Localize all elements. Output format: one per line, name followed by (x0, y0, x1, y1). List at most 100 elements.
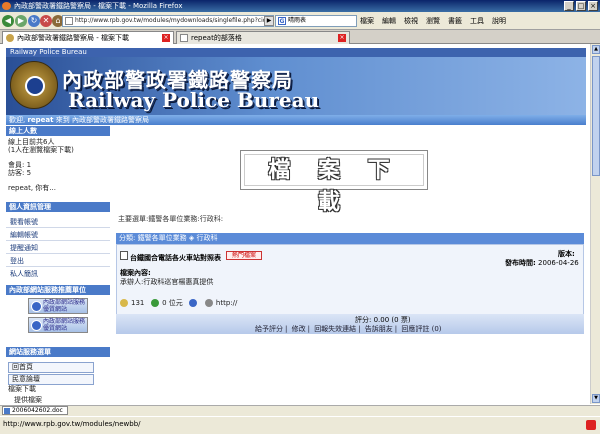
rating-value: 0.00 (0 票) (373, 316, 411, 324)
reload-icon[interactable]: ↻ (28, 15, 40, 27)
modify-link[interactable]: 修改 (292, 325, 306, 333)
download-filename: 2006042602.doc (12, 407, 63, 414)
homepage-icon (204, 299, 213, 307)
welcome-suffix: 來到 內政部警政署鐵路警察局 (55, 116, 149, 124)
site-favicon (6, 34, 14, 42)
download-heading: 檔 案 下 載 (244, 154, 424, 215)
tab-strip: 內政部警政署鐵路警察局 - 檔案下載 × repeat的部落格 × (0, 30, 600, 44)
file-stats: 131 0 位元 http:// (120, 298, 237, 308)
arrow-icon: ◈ (188, 234, 195, 242)
close-tab-icon[interactable]: × (162, 34, 170, 42)
quality-site-link-1[interactable]: 內政部網站服務 優質網站 (28, 298, 88, 314)
google-icon: G (278, 17, 286, 25)
pubdate-label: 發布時間: (505, 259, 536, 267)
url-input[interactable]: http://www.rpb.gov.tw/modules/mydownload… (62, 15, 274, 27)
download-count-icon (120, 299, 128, 307)
download-heading-image: 檔 案 下 載 (240, 150, 428, 215)
tab-blog[interactable]: repeat的部落格 × (176, 31, 350, 44)
minimize-button[interactable]: _ (564, 1, 574, 11)
sidebar-item-messages[interactable]: 私人簡訊 (10, 269, 38, 279)
vertical-scrollbar[interactable]: ▲ ▼ (590, 44, 600, 404)
online-browsing: (1人在瀏覽檔案下載) (8, 146, 74, 154)
banner-title-en: Railway Police Bureau (68, 88, 320, 112)
report-broken-link[interactable]: 回報失效連結 (314, 325, 356, 333)
menu-header: 網站服務選單 (6, 347, 110, 357)
category-bar: 分類: 鐵警各單位業務 ◈ 行政科 (116, 233, 584, 244)
sidebar-item-notifications[interactable]: 提醒通知 (10, 243, 38, 253)
tab-label: repeat的部落格 (191, 34, 242, 42)
scroll-down-icon[interactable]: ▼ (592, 394, 600, 403)
window-title: 內政部警政署鐵路警察局 - 檔案下載 - Mozilla Firefox (14, 2, 183, 10)
doc-icon (4, 408, 10, 414)
rating-label: 評分: (355, 316, 372, 324)
tab-download[interactable]: 內政部警政署鐵路警察局 - 檔案下載 × (2, 31, 174, 44)
tell-friend-link[interactable]: 告訴朋友 (365, 325, 393, 333)
menu-edit[interactable]: 編輯 (382, 13, 396, 29)
user-line[interactable]: repeat, 你有... (8, 184, 56, 193)
download-bar (0, 405, 600, 416)
file-title-link[interactable]: 台鐵國合電話各火車站對照表 (130, 253, 221, 263)
breadcrumb: 主要選單:鐵警各單位業務:行政科: (118, 215, 224, 223)
menu-bar: 檔案 編輯 檢視 瀏覽 書籤 工具 說明 (360, 13, 514, 29)
hot-file-badge: 熱門檔案 (226, 251, 262, 260)
link-line2: 優質網站 (43, 306, 68, 313)
menu-view[interactable]: 檢視 (404, 13, 418, 29)
file-actions: 給予評分 | 修改 | 回報失效連結 | 告訴朋友 | 回應評註 (0) (255, 325, 442, 333)
menu-help[interactable]: 說明 (492, 13, 506, 29)
divider (6, 227, 110, 228)
divider (6, 240, 110, 241)
back-icon[interactable]: ◀ (2, 15, 14, 27)
category-link[interactable]: 鐵警各單位業務 (138, 234, 187, 242)
guests-count: 訪客: 5 (8, 169, 32, 177)
personal-header: 個人資訊管理 (6, 202, 110, 212)
download-file-icon[interactable] (120, 251, 128, 260)
sidebar-item-edit-account[interactable]: 編輯帳號 (10, 230, 38, 240)
file-size-icon (151, 299, 160, 307)
homepage-link[interactable]: http:// (216, 299, 237, 307)
search-value: 晴雨表 (288, 17, 307, 24)
search-input[interactable]: G 晴雨表 (275, 15, 357, 27)
maximize-button[interactable]: □ (576, 1, 586, 11)
sidebar-item-logout[interactable]: 登出 (10, 256, 24, 266)
sidebar-item-home[interactable]: 回首頁 (8, 362, 94, 373)
page-icon (65, 17, 73, 25)
rate-file-link[interactable]: 給予評分 (255, 325, 283, 333)
close-window-button[interactable]: × (588, 1, 598, 11)
link-line1: 內政部網站服務 (43, 318, 86, 325)
quality-site-link-2[interactable]: 內政部網站服務 優質網站 (28, 317, 88, 333)
status-bar: http://www.rpb.gov.tw/modules/newbb/ (0, 416, 600, 434)
sidebar-item-submit-file[interactable]: 提供檔案 (14, 396, 42, 405)
security-indicator-icon (586, 420, 596, 430)
category-label: 分類: (119, 234, 136, 242)
sidebar-item-forum[interactable]: 民意論壇 (8, 374, 94, 385)
sidebar-item-downloads[interactable]: 檔案下載 (8, 385, 36, 394)
page-icon (180, 34, 188, 42)
publish-date: 發布時間: 2006-04-26 (505, 258, 579, 268)
firefox-icon (2, 2, 11, 10)
link-line2: 優質網站 (43, 325, 68, 332)
menu-go[interactable]: 瀏覽 (426, 13, 440, 29)
links-header: 內政部網站服務推薦單位 (6, 285, 110, 295)
welcome-bar: 歡迎, repeat 來到 內政部警政署鐵路警察局 (6, 115, 586, 125)
go-button[interactable]: ▶ (264, 16, 274, 26)
stop-icon[interactable]: ✕ (40, 15, 52, 27)
ministry-seal-icon (31, 320, 42, 331)
online-header: 線上人數 (6, 126, 110, 136)
scroll-up-icon[interactable]: ▲ (592, 45, 600, 54)
divider (6, 253, 110, 254)
menu-file[interactable]: 檔案 (360, 13, 374, 29)
forward-icon[interactable]: ▶ (15, 15, 27, 27)
sidebar-item-view-account[interactable]: 觀看帳號 (10, 217, 38, 227)
close-tab-icon[interactable]: × (338, 34, 346, 42)
menu-tools[interactable]: 工具 (470, 13, 484, 29)
download-count: 131 (131, 299, 145, 307)
download-item[interactable]: 2006042602.doc (2, 406, 68, 415)
menu-bookmarks[interactable]: 書籤 (448, 13, 462, 29)
description-text: 承辦人:行政科巡官楊惠真提供 (120, 278, 214, 286)
welcome-user[interactable]: repeat (27, 116, 53, 124)
comments-link[interactable]: 回應評註 (0) (401, 325, 441, 333)
subcategory-link[interactable]: 行政科 (196, 234, 217, 242)
police-seal-icon (10, 61, 58, 109)
link-line1: 內政部網站服務 (43, 299, 86, 306)
scroll-thumb[interactable] (592, 56, 600, 176)
